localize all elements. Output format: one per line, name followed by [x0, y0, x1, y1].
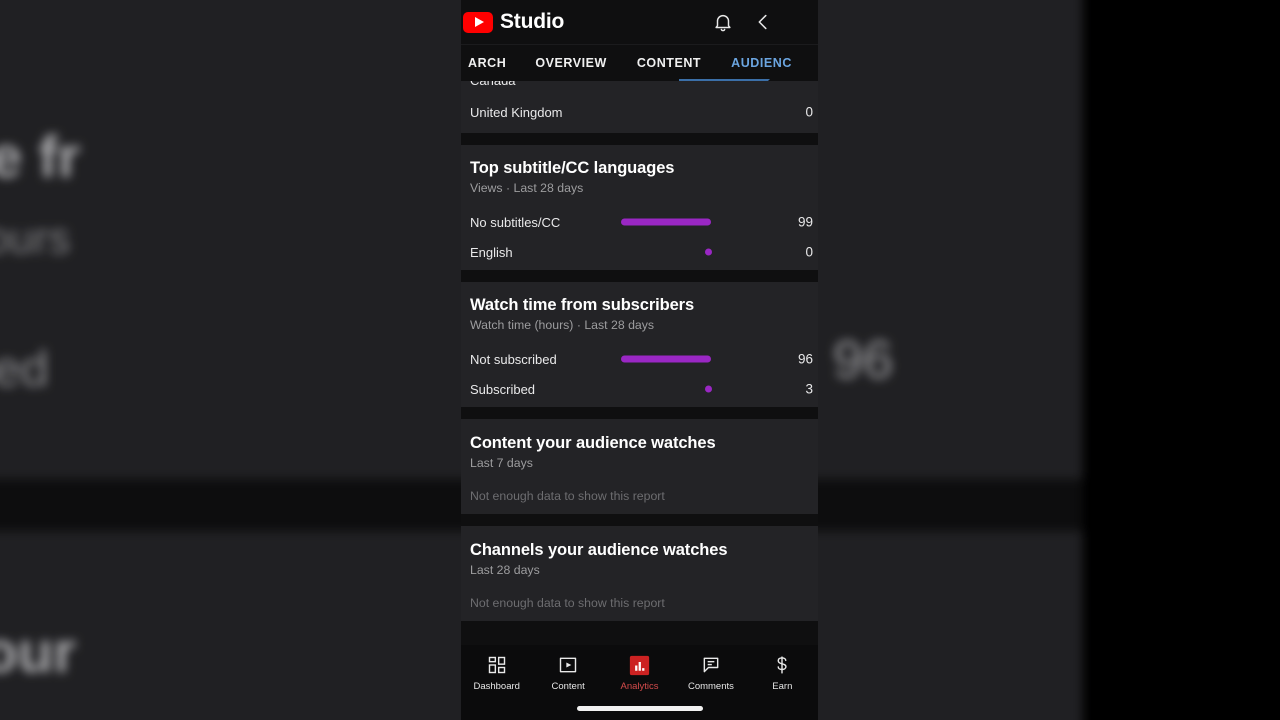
metric-value-no-subtitles: 99	[797, 214, 813, 230]
app-header: Studio	[461, 0, 818, 45]
table-row[interactable]: No subtitles/CC 99	[461, 207, 818, 237]
metric-name-not-subscribed: Not subscribed	[470, 351, 557, 367]
bottom-navigation: Dashboard Content Analytics Comments Ear…	[461, 645, 818, 720]
table-row[interactable]: Subscribed 3	[461, 374, 818, 404]
earn-dollar-icon	[771, 654, 793, 676]
brand-name: Studio	[500, 10, 565, 33]
tab-research[interactable]: ARCH	[468, 56, 506, 70]
table-row[interactable]: United Kingdom 0	[461, 97, 818, 127]
table-row[interactable]: Not subscribed 96	[461, 344, 818, 374]
metric-bar-no-subtitles	[621, 218, 711, 226]
card-channels-your-audience-watches[interactable]: Channels your audience watches Last 28 d…	[461, 526, 818, 621]
youtube-logo-icon	[463, 11, 493, 33]
nav-item-earn[interactable]: Earn	[747, 654, 818, 692]
nav-item-dashboard[interactable]: Dashboard	[461, 654, 532, 692]
card-subtitle-content-audience: Last 7 days	[470, 456, 533, 470]
card-content-your-audience-watches[interactable]: Content your audience watches Last 7 day…	[461, 419, 818, 514]
nav-label-analytics: Analytics	[620, 681, 659, 692]
metric-name-canada: Canada	[461, 81, 516, 88]
metric-value-united-kingdom: 0	[805, 104, 813, 120]
card-title-content-audience: Content your audience watches	[470, 434, 716, 452]
nav-label-content: Content	[551, 681, 585, 692]
dashboard-grid-icon	[486, 654, 508, 676]
phone-screen-panel: Studio ARCH OVERVIEW CONTENT AUDIENC Uni…	[461, 0, 818, 720]
card-title-watchtime: Watch time from subscribers	[470, 296, 695, 314]
nav-item-comments[interactable]: Comments	[675, 654, 746, 692]
analytics-bars-icon	[629, 654, 651, 676]
nav-label-dashboard: Dashboard	[473, 681, 520, 692]
brand-lockup[interactable]: Studio	[461, 10, 564, 34]
nav-label-comments: Comments	[687, 681, 734, 692]
metric-name-no-subtitles: No subtitles/CC	[470, 214, 561, 230]
empty-state-channels-audience: Not enough data to show this report	[470, 596, 665, 610]
table-row-clipped: Canada	[461, 81, 818, 97]
table-row[interactable]: English 0	[461, 237, 818, 267]
card-top-subtitle-cc-languages[interactable]: Top subtitle/CC languages Views · Last 2…	[461, 145, 818, 270]
tab-audience[interactable]: AUDIENC	[731, 56, 792, 70]
metric-value-english: 0	[805, 244, 813, 260]
header-actions	[712, 11, 818, 33]
content-video-icon	[557, 654, 579, 676]
bg-title-watchtime: Watch time fr	[0, 125, 81, 190]
metric-dot-subscribed	[705, 385, 712, 393]
analytics-scroll-body[interactable]: Canada United Kingdom 0 Top subtitle/CC …	[461, 81, 818, 649]
card-watch-time-from-subscribers[interactable]: Watch time from subscribers Watch time (…	[461, 282, 818, 407]
notifications-bell-icon[interactable]	[712, 11, 734, 33]
tab-overview[interactable]: OVERVIEW	[535, 56, 607, 70]
card-subtitle-subtitles: Views · Last 28 days	[470, 181, 584, 195]
metric-value-subscribed: 3	[805, 381, 813, 397]
empty-state-content-audience: Not enough data to show this report	[470, 489, 665, 503]
bg-title-content: Content your	[0, 620, 76, 685]
card-subtitle-channels-audience: Last 28 days	[470, 563, 540, 577]
metric-name-united-kingdom: United Kingdom	[470, 104, 563, 120]
card-top-geographies[interactable]: Canada United Kingdom 0	[461, 81, 818, 133]
metric-dot-english	[705, 248, 712, 256]
card-subtitle-watchtime: Watch time (hours) · Last 28 days	[470, 318, 655, 332]
card-title-subtitles: Top subtitle/CC languages	[470, 159, 675, 177]
card-title-channels-audience: Channels your audience watches	[470, 541, 728, 559]
screenshot-root: English 0 Watch time fr Watch time (hour…	[0, 0, 1280, 720]
comments-bubble-icon	[700, 654, 722, 676]
back-chevron-icon[interactable]	[752, 11, 774, 33]
nav-label-earn: Earn	[772, 681, 793, 692]
metric-value-not-subscribed: 96	[797, 351, 813, 367]
bg-sub-watchtime: Watch time (hours	[0, 214, 71, 263]
metric-bar-not-subscribed	[621, 355, 711, 363]
home-indicator	[576, 706, 703, 711]
tab-content[interactable]: CONTENT	[637, 56, 701, 70]
nav-item-analytics[interactable]: Analytics	[604, 654, 675, 692]
nav-item-content[interactable]: Content	[532, 654, 603, 692]
metric-name-subscribed: Subscribed	[470, 381, 536, 397]
analytics-tabbar: ARCH OVERVIEW CONTENT AUDIENC	[461, 45, 818, 81]
bg-label-not-subscribed: Not subscribed	[0, 341, 49, 397]
metric-name-english: English	[470, 244, 513, 260]
